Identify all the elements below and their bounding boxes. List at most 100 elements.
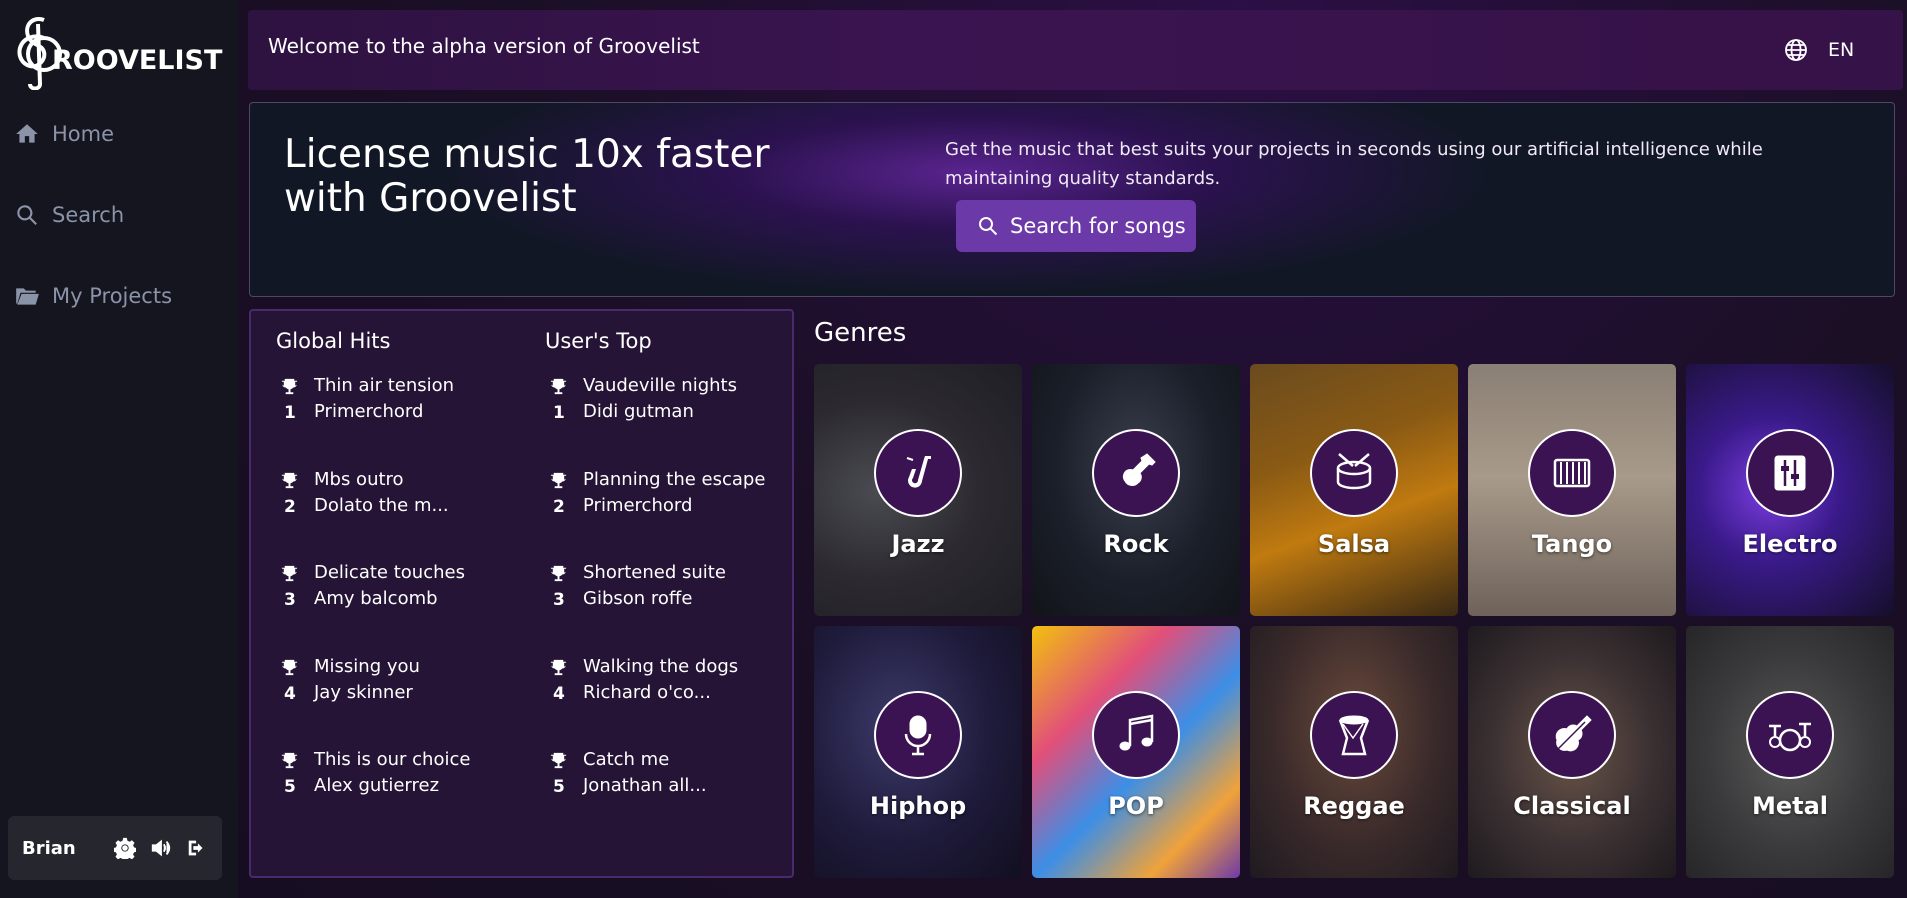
globe-icon[interactable]	[1784, 38, 1808, 62]
hit-rank: 1	[553, 403, 565, 423]
hit-item[interactable]: 2 Planning the escape Primerchord	[545, 469, 775, 525]
trophy-icon	[281, 752, 298, 769]
volume-icon[interactable]	[150, 837, 172, 859]
genre-name: Electro	[1742, 530, 1838, 558]
hit-artist: Dolato the m...	[314, 494, 449, 516]
language-selector[interactable]: EN	[1828, 39, 1854, 61]
hit-item[interactable]: 2 Mbs outro Dolato the m...	[276, 469, 506, 525]
accordion-icon	[1553, 458, 1591, 488]
hit-artist: Alex gutierrez	[314, 775, 440, 796]
search-songs-button[interactable]: Search for songs	[956, 200, 1196, 252]
trophy-icon	[550, 378, 567, 395]
genre-name: Tango	[1531, 530, 1613, 558]
genre-card-classical[interactable]: Classical	[1468, 626, 1676, 878]
genre-card-pop[interactable]: POP	[1032, 626, 1240, 878]
hit-rank: 5	[284, 777, 296, 797]
sidebar-item-home[interactable]: Home	[14, 114, 224, 154]
hit-rank: 3	[553, 590, 565, 610]
genre-icon-circle	[1092, 691, 1180, 779]
hit-item[interactable]: 3 Shortened suite Gibson roffe	[545, 562, 775, 618]
sidebar-item-label: Home	[52, 122, 115, 146]
genre-card-salsa[interactable]: Salsa	[1250, 364, 1458, 616]
music-notes-icon	[1119, 714, 1154, 751]
genre-name: Hiphop	[869, 792, 967, 820]
sidebar-item-label: My Projects	[52, 284, 173, 308]
hit-artist: Richard o'co...	[583, 681, 711, 703]
hit-rank: 2	[284, 496, 296, 517]
genre-name: POP	[1108, 792, 1164, 820]
genre-card-electro[interactable]: Electro	[1686, 364, 1894, 616]
genre-card-rock[interactable]: Rock	[1032, 364, 1240, 616]
hit-rank: 2	[553, 496, 565, 517]
hit-artist: Didi gutman	[583, 401, 694, 422]
hit-rank: 4	[553, 683, 565, 704]
hit-artist: Gibson roffe	[583, 588, 693, 609]
hit-song: Thin air tension	[314, 375, 455, 396]
genre-name: Rock	[1103, 530, 1169, 558]
users-top-title: User's Top	[545, 329, 652, 353]
user-name: Brian	[22, 837, 76, 859]
genre-card-hiphop[interactable]: Hiphop	[814, 626, 1022, 878]
gear-icon[interactable]	[114, 837, 136, 859]
hit-item[interactable]: 1 Thin air tension Primerchord	[276, 375, 506, 431]
hit-rank: 4	[284, 683, 296, 704]
hit-rank: 3	[284, 590, 296, 610]
groovelist-logo[interactable]: ROOVELIST	[14, 14, 234, 90]
home-icon	[16, 124, 38, 143]
hero-title: License music 10x faster with Groovelist	[284, 132, 770, 221]
search-icon	[979, 217, 998, 236]
hit-item[interactable]: 1 Vaudeville nights Didi gutman	[545, 375, 775, 431]
search-icon	[17, 205, 37, 225]
hit-artist: Amy balcomb	[314, 588, 438, 609]
trophy-icon	[281, 565, 298, 582]
hit-song: Planning the escape	[583, 468, 766, 490]
trophy-icon	[281, 659, 298, 675]
mixer-icon	[1774, 455, 1806, 491]
genre-icon-circle	[874, 429, 962, 517]
hit-song: Missing you	[314, 655, 420, 677]
guitar-icon	[1122, 453, 1156, 486]
trophy-icon	[550, 752, 567, 769]
svg-text:ROOVELIST: ROOVELIST	[52, 45, 223, 76]
hit-artist: Jay skinner	[314, 681, 413, 703]
welcome-message: Welcome to the alpha version of Grooveli…	[268, 34, 700, 58]
hit-song: Delicate touches	[314, 562, 465, 583]
genre-name: Salsa	[1317, 530, 1391, 558]
genre-name: Jazz	[891, 530, 945, 558]
hero-description: Get the music that best suits your proje…	[945, 139, 1763, 189]
search-songs-label: Search for songs	[1010, 214, 1186, 238]
djembe-icon	[1338, 715, 1370, 756]
top-bar: Welcome to the alpha version of Grooveli…	[248, 10, 1903, 90]
genre-icon-circle	[1528, 691, 1616, 779]
hit-item[interactable]: 3 Delicate touches Amy balcomb	[276, 562, 506, 618]
logout-icon[interactable]	[186, 837, 208, 859]
sidebar-item-my-projects[interactable]: My Projects	[14, 276, 224, 316]
hit-item[interactable]: 5 This is our choice Alex gutierrez	[276, 749, 506, 805]
folder-icon	[16, 288, 39, 305]
trophy-icon	[550, 659, 567, 675]
hit-artist: Primerchord	[583, 494, 693, 516]
genre-icon-circle	[1310, 429, 1398, 517]
genre-card-jazz[interactable]: Jazz	[814, 364, 1022, 616]
hit-item[interactable]: 4 Walking the dogs Richard o'co...	[545, 656, 775, 712]
hit-song: Mbs outro	[314, 468, 404, 490]
global-hits-title: Global Hits	[276, 329, 391, 353]
hit-song: Vaudeville nights	[583, 375, 737, 396]
violin-icon	[1554, 715, 1592, 753]
microphone-icon	[904, 715, 932, 756]
genre-card-reggae[interactable]: Reggae	[1250, 626, 1458, 878]
hit-item[interactable]: 5 Catch me Jonathan all...	[545, 749, 775, 805]
genre-name: Metal	[1751, 792, 1829, 820]
genre-card-tango[interactable]: Tango	[1468, 364, 1676, 616]
charts-panel: Global Hits User's Top 1 Thin air tension…	[249, 309, 794, 878]
genre-name: Classical	[1513, 792, 1631, 820]
sidebar-item-search[interactable]: Search	[14, 195, 224, 235]
trophy-icon	[281, 378, 298, 395]
drum-icon	[1336, 453, 1372, 490]
trophy-icon	[550, 472, 567, 488]
hero-banner: License music 10x faster with Groovelist…	[249, 102, 1895, 297]
hit-item[interactable]: 4 Missing you Jay skinner	[276, 656, 506, 712]
hit-rank: 5	[553, 777, 565, 797]
genre-card-metal[interactable]: Metal	[1686, 626, 1894, 878]
hit-song: Shortened suite	[583, 562, 726, 583]
